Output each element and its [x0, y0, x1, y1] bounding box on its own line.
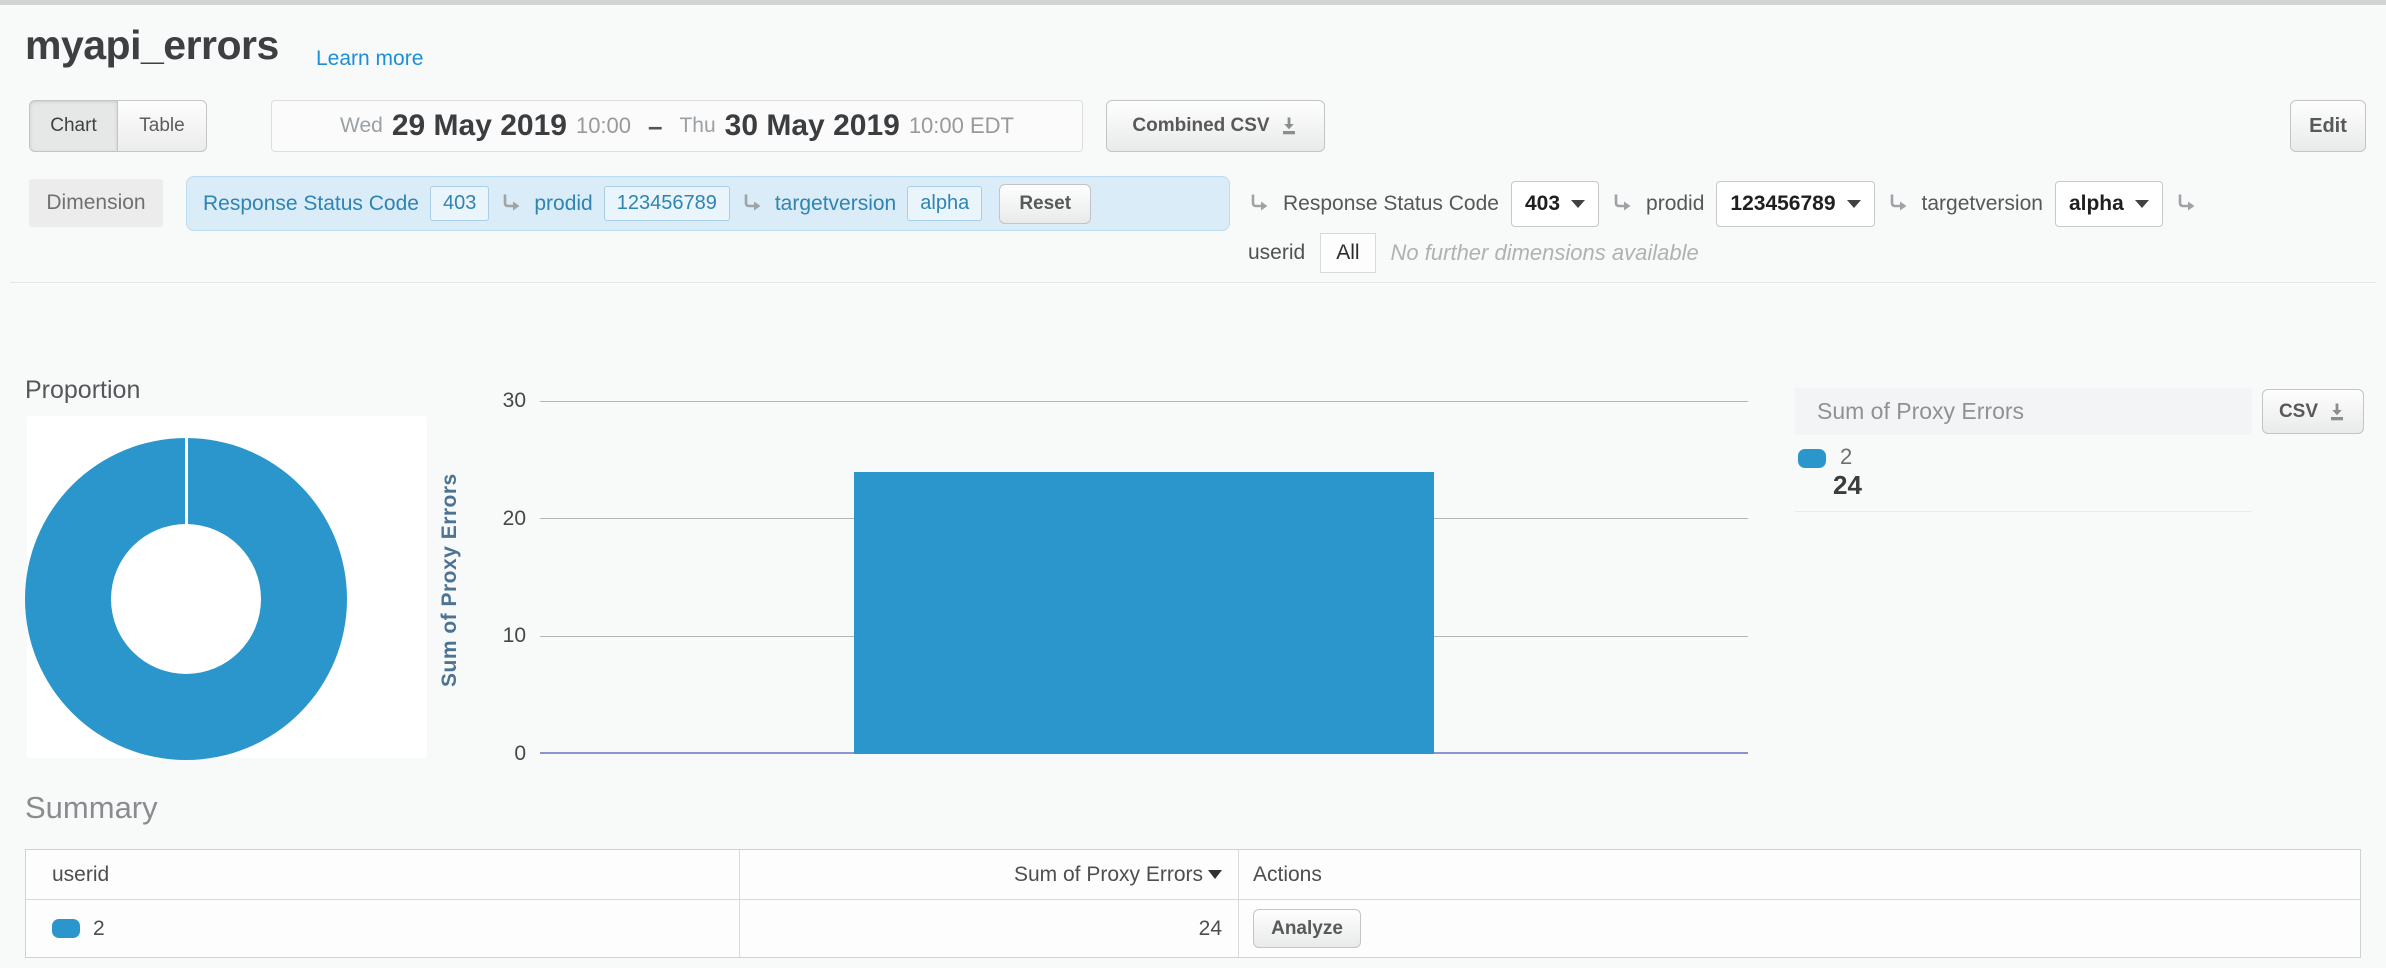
- learn-more-link[interactable]: Learn more: [316, 47, 423, 71]
- analytics-page: myapi_errors Learn more Chart Table Wed …: [0, 0, 2386, 968]
- y-tick-label: 10: [476, 623, 526, 649]
- dimension-label: Dimension: [29, 179, 163, 227]
- breadcrumb-dim-value: alpha: [907, 186, 982, 221]
- csv-label: CSV: [2279, 401, 2318, 423]
- drilldown-arrow-icon: [1248, 192, 1271, 215]
- legend-entry-value: 24: [1833, 470, 1862, 501]
- date-range-separator: –: [648, 111, 662, 142]
- summary-table: userid Sum of Proxy Errors Actions 2 24 …: [25, 849, 2361, 958]
- y-axis-label: Sum of Proxy Errors: [438, 448, 474, 713]
- series-swatch: [52, 919, 80, 938]
- next-dim-value-box[interactable]: All: [1320, 233, 1375, 273]
- reset-button[interactable]: Reset: [999, 184, 1091, 224]
- breadcrumb-dim-name: Response Status Code: [203, 192, 419, 216]
- view-toggle: Chart Table: [29, 100, 207, 152]
- gridline: [540, 401, 1748, 402]
- selector-dim-name: targetversion: [1922, 192, 2043, 216]
- download-icon: [2327, 402, 2347, 422]
- selected-value: 403: [1525, 192, 1560, 216]
- summary-heading: Summary: [25, 790, 158, 826]
- end-day: Thu: [679, 114, 715, 138]
- combined-csv-button[interactable]: Combined CSV: [1106, 100, 1325, 152]
- selected-value: 123456789: [1730, 192, 1835, 216]
- top-strip: [0, 0, 2386, 5]
- sort-descending-icon: [1208, 870, 1222, 879]
- selector-dim-name: Response Status Code: [1283, 192, 1499, 216]
- drilldown-arrow-icon: [1887, 192, 1910, 215]
- breadcrumb-dim-name: targetversion: [775, 192, 896, 216]
- drilldown-arrow-icon: [1611, 192, 1634, 215]
- next-dim-name: userid: [1248, 241, 1305, 265]
- legend-divider: [1795, 511, 2252, 512]
- table-toggle-button[interactable]: Table: [118, 100, 207, 152]
- prodid-select[interactable]: 123456789: [1716, 181, 1874, 227]
- status-code-select[interactable]: 403: [1511, 181, 1599, 227]
- selector-dim-name: prodid: [1646, 192, 1704, 216]
- start-day: Wed: [340, 114, 383, 138]
- column-header-sum[interactable]: Sum of Proxy Errors: [740, 850, 1239, 899]
- analyze-button[interactable]: Analyze: [1253, 909, 1361, 948]
- next-dimension-row: userid All No further dimensions availab…: [1248, 231, 1699, 275]
- breadcrumb-dim-value: 403: [430, 186, 489, 221]
- breadcrumb-dim-name: prodid: [534, 192, 592, 216]
- targetversion-select[interactable]: alpha: [2055, 181, 2163, 227]
- table-row: 2 24 Analyze: [26, 900, 2360, 957]
- userid-cell: 2: [26, 900, 740, 957]
- donut-chart[interactable]: [25, 438, 347, 760]
- end-time: 10:00 EDT: [909, 113, 1014, 139]
- legend-swatch: [1798, 449, 1826, 468]
- date-range-picker[interactable]: Wed 29 May 2019 10:00 – Thu 30 May 2019 …: [271, 100, 1083, 152]
- drilldown-arrow-icon: [500, 192, 523, 215]
- legend-panel-title: Sum of Proxy Errors: [1795, 388, 2252, 435]
- chevron-down-icon: [1571, 200, 1585, 208]
- proportion-title: Proportion: [25, 376, 140, 405]
- bar-chart-plot: 0102030: [540, 401, 1748, 754]
- column-header-sum-label: Sum of Proxy Errors: [1014, 863, 1203, 887]
- sum-cell: 24: [740, 900, 1239, 957]
- drilldown-arrow-icon: [2175, 192, 2198, 215]
- drilldown-arrow-icon: [741, 192, 764, 215]
- column-header-userid[interactable]: userid: [26, 850, 740, 899]
- dimension-selectors: Response Status Code 403 prodid 12345678…: [1248, 176, 2198, 231]
- section-divider: [10, 282, 2376, 283]
- dimension-breadcrumb-chip: Response Status Code 403 prodid 12345678…: [186, 176, 1230, 231]
- edit-button[interactable]: Edit: [2290, 100, 2366, 152]
- download-icon: [1279, 116, 1299, 136]
- page-title: myapi_errors: [25, 22, 279, 69]
- legend-entry-label[interactable]: 2: [1840, 444, 1852, 470]
- y-tick-label: 0: [476, 741, 526, 767]
- userid-value: 2: [93, 917, 105, 941]
- bar[interactable]: [854, 472, 1434, 754]
- start-date: 29 May 2019: [392, 109, 567, 143]
- start-time: 10:00: [576, 113, 631, 139]
- y-tick-label: 20: [476, 506, 526, 532]
- actions-cell: Analyze: [1239, 900, 2360, 957]
- combined-csv-label: Combined CSV: [1132, 115, 1269, 137]
- chevron-down-icon: [2135, 200, 2149, 208]
- donut-hole: [111, 524, 261, 674]
- end-date: 30 May 2019: [725, 109, 900, 143]
- y-tick-label: 30: [476, 388, 526, 414]
- selected-value: alpha: [2069, 192, 2124, 216]
- no-more-dimensions-text: No further dimensions available: [1391, 240, 1699, 266]
- breadcrumb-dim-value: 123456789: [604, 186, 730, 221]
- column-header-actions: Actions: [1239, 850, 2360, 899]
- summary-table-header: userid Sum of Proxy Errors Actions: [26, 850, 2360, 900]
- chevron-down-icon: [1847, 200, 1861, 208]
- csv-button[interactable]: CSV: [2262, 389, 2364, 434]
- chart-toggle-button[interactable]: Chart: [29, 100, 118, 152]
